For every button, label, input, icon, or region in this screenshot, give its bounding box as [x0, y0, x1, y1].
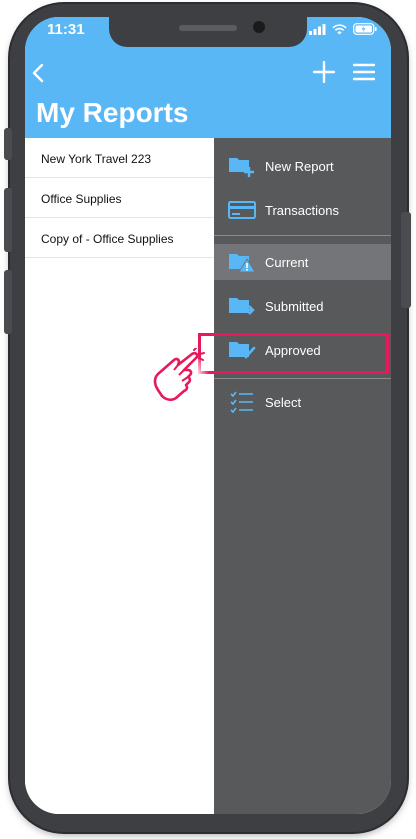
report-list-item[interactable]: Office Supplies	[25, 178, 214, 218]
status-time: 11:31	[47, 21, 85, 38]
report-list-item[interactable]: Copy of - Office Supplies	[25, 218, 214, 258]
report-name: Office Supplies	[41, 192, 122, 206]
menu-item-new-report[interactable]: New Report	[214, 148, 391, 184]
menu-label: Submitted	[265, 298, 324, 314]
menu-divider	[214, 235, 391, 236]
folder-warning-icon	[228, 249, 256, 275]
report-list-item[interactable]: New York Travel 223	[25, 138, 214, 178]
menu-label: Current	[265, 254, 309, 270]
checklist-icon	[228, 389, 256, 415]
credit-card-icon	[228, 197, 256, 223]
back-icon[interactable]	[31, 63, 45, 83]
notch	[109, 17, 307, 47]
report-name: Copy of - Office Supplies	[41, 232, 174, 246]
folder-arrow-icon	[228, 293, 256, 319]
volume-down-button	[4, 270, 12, 334]
speaker	[179, 25, 237, 31]
app-header: 11:31 My Reports	[25, 17, 391, 138]
highlight-box	[198, 333, 389, 374]
status-icons	[309, 23, 377, 35]
app-screen: 11:31 My Reports New York Travel 223 Off…	[25, 17, 391, 814]
wifi-icon	[332, 23, 347, 34]
reports-list: New York Travel 223 Office Supplies Copy…	[25, 138, 214, 814]
page-title: My Reports	[36, 97, 189, 128]
menu-item-submitted[interactable]: Submitted	[214, 288, 391, 324]
menu-item-current[interactable]: Current	[214, 244, 391, 280]
folder-add-icon	[228, 153, 256, 179]
menu-label: New Report	[265, 158, 334, 174]
pointing-hand-icon	[153, 348, 205, 402]
volume-up-button	[4, 188, 12, 252]
menu-label: Select	[265, 394, 302, 410]
menu-divider	[214, 378, 391, 379]
add-icon[interactable]	[313, 61, 335, 83]
battery-icon	[353, 23, 377, 35]
report-name: New York Travel 223	[41, 152, 152, 166]
hamburger-icon[interactable]	[353, 63, 375, 81]
camera	[253, 21, 265, 33]
menu-label: Transactions	[265, 202, 339, 218]
silent-switch	[4, 128, 12, 160]
power-button	[401, 212, 411, 308]
side-menu: New Report Transactions Current Submitte…	[214, 138, 391, 814]
signal-icon	[309, 23, 326, 35]
menu-item-transactions[interactable]: Transactions	[214, 192, 391, 228]
menu-item-select[interactable]: Select	[214, 384, 391, 420]
